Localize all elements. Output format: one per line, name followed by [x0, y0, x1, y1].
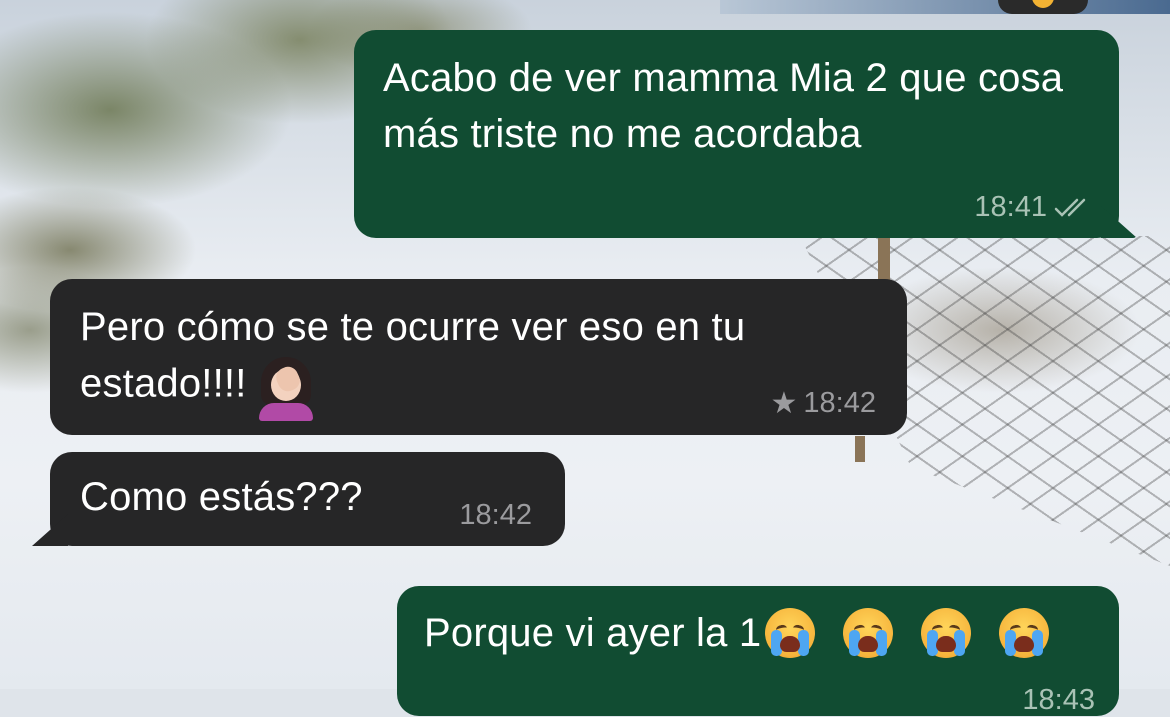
- message-time: 18:41: [974, 191, 1047, 223]
- message-meta: 18:41: [974, 191, 1093, 224]
- message-bubble-incoming[interactable]: Pero cómo se te ocurre ver eso en tu est…: [50, 279, 907, 435]
- message-bubble-incoming[interactable]: Como estás??? 18:42: [50, 452, 565, 546]
- message-bubble-outgoing[interactable]: Porque vi ayer la 1 18:43: [397, 586, 1119, 716]
- woman-facepalming-emoji: [257, 357, 315, 421]
- message-time: 18:42: [459, 499, 532, 531]
- loudly-crying-face-emoji: [765, 608, 816, 658]
- loudly-crying-face-emoji: [999, 608, 1050, 658]
- loudly-crying-face-emoji: [843, 608, 894, 658]
- message-text-content: Porque vi ayer la 1: [424, 611, 762, 655]
- message-meta: 18:42: [459, 499, 532, 532]
- star-icon: ★: [770, 387, 798, 420]
- double-check-icon: [1053, 196, 1093, 220]
- message-text: Acabo de ver mamma Mia 2 que cosa más tr…: [383, 56, 1064, 156]
- message-time: 18:42: [803, 387, 876, 419]
- message-text: Porque vi ayer la 1: [424, 605, 1063, 661]
- message-text: Como estás???: [80, 475, 363, 519]
- loudly-crying-face-emoji: [921, 608, 972, 658]
- chat-message-list[interactable]: Acabo de ver mamma Mia 2 que cosa más tr…: [0, 0, 1170, 716]
- message-bubble-outgoing[interactable]: Acabo de ver mamma Mia 2 que cosa más tr…: [354, 30, 1119, 238]
- message-text-content: Pero cómo se te ocurre ver eso en tu est…: [80, 305, 746, 406]
- message-meta: ★ 18:42: [771, 386, 876, 421]
